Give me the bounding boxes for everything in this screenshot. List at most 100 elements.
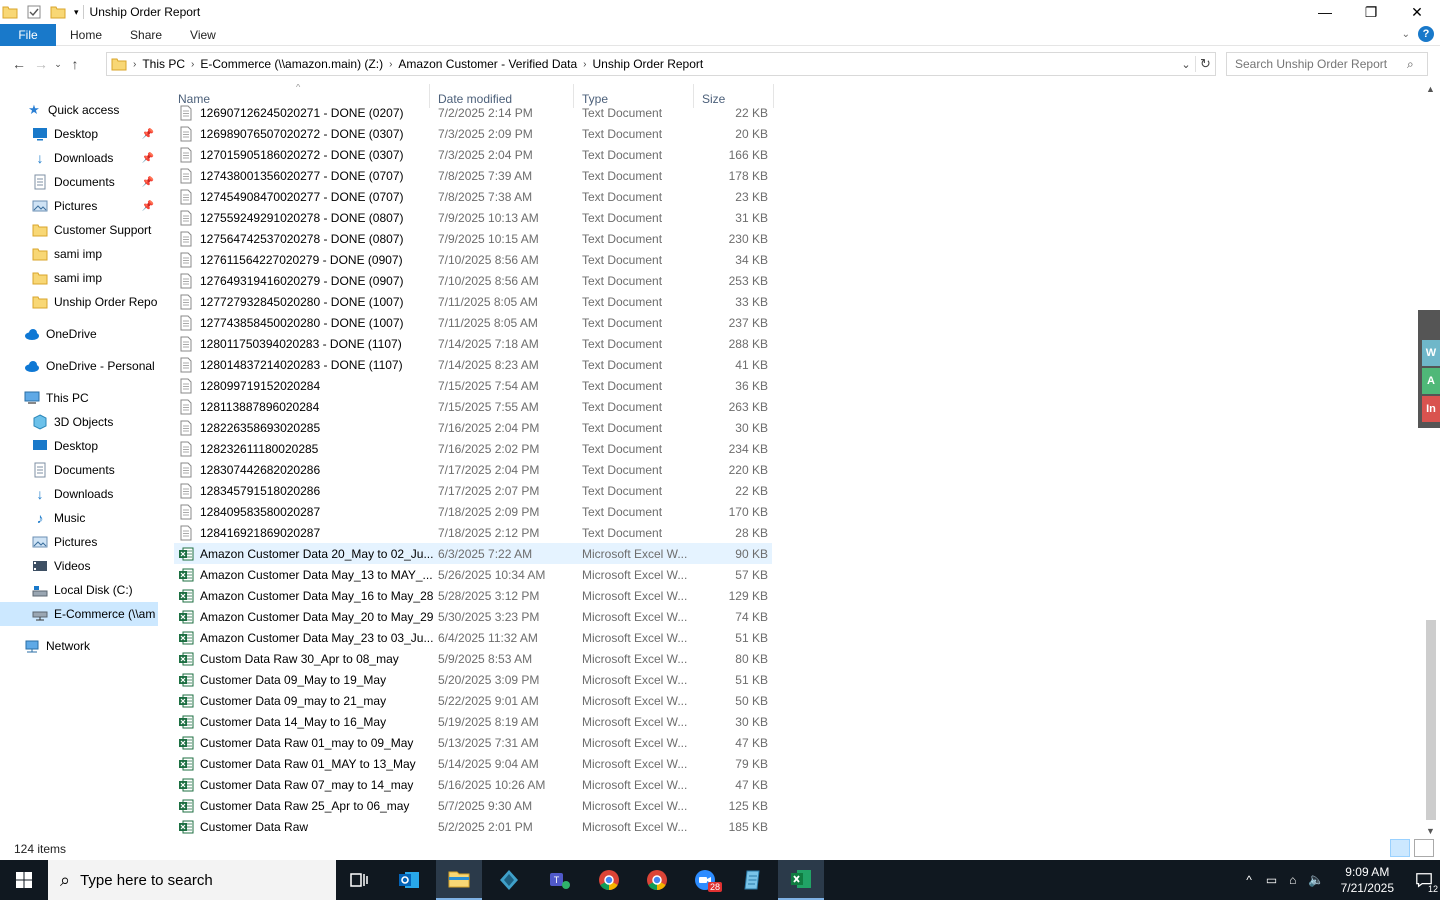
- refresh-icon[interactable]: ↻: [1195, 56, 1215, 72]
- file-row[interactable]: Customer Data Raw 5/2/2025 2:01 PM Microso…: [174, 816, 772, 836]
- file-row[interactable]: 126989076507020272 - DONE (0307) 7/3/2025…: [174, 123, 772, 144]
- nav-documents[interactable]: Documents: [0, 458, 158, 482]
- file-row[interactable]: Customer Data Raw 01_may to 09_May 5/13/2…: [174, 732, 772, 753]
- taskbar-app-diamond[interactable]: [486, 860, 532, 900]
- file-row[interactable]: 127727932845020280 - DONE (1007) 7/11/202…: [174, 291, 772, 312]
- breadcrumb-unship-order-report[interactable]: Unship Order Report: [587, 57, 710, 71]
- taskbar-excel[interactable]: [778, 860, 824, 900]
- side-widget-tab[interactable]: W: [1422, 340, 1440, 366]
- search-input[interactable]: [1235, 57, 1407, 71]
- back-button[interactable]: ←: [8, 53, 30, 75]
- file-row[interactable]: 128226358693020285 7/16/2025 2:04 PM Text …: [174, 417, 772, 438]
- file-row[interactable]: Customer Data Raw 25_Apr to 06_may 5/7/20…: [174, 795, 772, 816]
- nav-onedrive-personal[interactable]: OneDrive - Personal: [0, 354, 158, 378]
- nav-network[interactable]: Network: [0, 634, 158, 658]
- nav-quick-access[interactable]: ★ Quick access: [0, 98, 158, 122]
- file-row[interactable]: Customer Data Raw 01_MAY to 13_May 5/14/2…: [174, 753, 772, 774]
- recent-locations-icon[interactable]: ⌄: [52, 53, 64, 75]
- taskbar-outlook[interactable]: [386, 860, 432, 900]
- side-widget-tab[interactable]: In: [1422, 396, 1440, 422]
- nav-this-pc[interactable]: This PC: [0, 386, 158, 410]
- file-row[interactable]: 126907126245020271 - DONE (0207) 7/2/2025…: [174, 102, 772, 123]
- taskbar-file-explorer[interactable]: [436, 860, 482, 900]
- properties-icon[interactable]: [26, 4, 42, 20]
- nav-onedrive[interactable]: OneDrive: [0, 322, 158, 346]
- nav-pictures[interactable]: Pictures: [0, 530, 158, 554]
- file-row[interactable]: 128232611180020285 7/16/2025 2:02 PM Text …: [174, 438, 772, 459]
- scroll-thumb[interactable]: [1426, 620, 1436, 820]
- file-row[interactable]: 128409583580020287 7/18/2025 2:09 PM Text …: [174, 501, 772, 522]
- vertical-scrollbar[interactable]: ▲ ▼: [1422, 84, 1440, 836]
- scroll-up-icon[interactable]: ▲: [1426, 84, 1435, 94]
- nav-folder-customer-support[interactable]: Customer Support: [0, 218, 158, 242]
- search-box[interactable]: ⌕: [1226, 52, 1428, 76]
- tab-share[interactable]: Share: [116, 24, 176, 46]
- up-button[interactable]: ↑: [64, 53, 86, 75]
- nav-music[interactable]: ♪ Music: [0, 506, 158, 530]
- nav-folder-sami-imp[interactable]: sami imp: [0, 242, 158, 266]
- tab-home[interactable]: Home: [56, 24, 116, 46]
- chevron-up-icon[interactable]: ^: [1246, 873, 1252, 887]
- taskbar-chrome-profile[interactable]: [634, 860, 680, 900]
- file-row[interactable]: 128345791518020286 7/17/2025 2:07 PM Text …: [174, 480, 772, 501]
- file-row[interactable]: 127564742537020278 - DONE (0807) 7/9/2025…: [174, 228, 772, 249]
- file-row[interactable]: 128011750394020283 - DONE (1107) 7/14/202…: [174, 333, 772, 354]
- maximize-button[interactable]: ❐: [1348, 0, 1394, 24]
- start-button[interactable]: [0, 860, 48, 900]
- minimize-button[interactable]: —: [1302, 0, 1348, 24]
- address-dropdown-icon[interactable]: ⌄: [1177, 58, 1195, 71]
- file-row[interactable]: 127743858450020280 - DONE (1007) 7/11/202…: [174, 312, 772, 333]
- file-row[interactable]: Custom Data Raw 30_Apr to 08_may 5/9/2025…: [174, 648, 772, 669]
- file-row[interactable]: Amazon Customer Data May_23 to 03_Ju... 6…: [174, 627, 772, 648]
- file-row[interactable]: 128014837214020283 - DONE (1107) 7/14/202…: [174, 354, 772, 375]
- new-folder-icon[interactable]: [50, 4, 66, 20]
- nav-3d-objects[interactable]: 3D Objects: [0, 410, 158, 434]
- file-row[interactable]: Customer Data 09_May to 19_May 5/20/2025 …: [174, 669, 772, 690]
- file-row[interactable]: 128416921869020287 7/18/2025 2:12 PM Text …: [174, 522, 772, 543]
- breadcrumb-amazon-customer[interactable]: Amazon Customer - Verified Data: [392, 57, 583, 71]
- taskbar-search[interactable]: ⌕ Type here to search: [48, 860, 336, 900]
- scroll-down-icon[interactable]: ▼: [1426, 826, 1435, 836]
- notification-center-button[interactable]: 12: [1408, 860, 1440, 900]
- breadcrumb-this-pc[interactable]: This PC: [136, 57, 191, 71]
- breadcrumb-ecommerce-drive[interactable]: E-Commerce (\\amazon.main) (Z:): [194, 57, 389, 71]
- nav-downloads[interactable]: ↓ Downloads: [0, 482, 158, 506]
- file-row[interactable]: Customer Data Raw 07_may to 14_may 5/16/2…: [174, 774, 772, 795]
- forward-button[interactable]: →: [30, 53, 52, 75]
- taskbar-zoom[interactable]: 28: [682, 860, 728, 900]
- address-bar[interactable]: › This PC › E-Commerce (\\amazon.main) (…: [106, 52, 1216, 76]
- file-row[interactable]: 127559249291020278 - DONE (0807) 7/9/2025…: [174, 207, 772, 228]
- volume-icon[interactable]: 🔈: [1308, 872, 1324, 888]
- tab-view[interactable]: View: [176, 24, 230, 46]
- file-row[interactable]: 127438001356020277 - DONE (0707) 7/8/2025…: [174, 165, 772, 186]
- wifi-icon[interactable]: ⌂: [1289, 873, 1296, 887]
- file-row[interactable]: Amazon Customer Data May_20 to May_29 5/3…: [174, 606, 772, 627]
- file-row[interactable]: 127015905186020272 - DONE (0307) 7/3/2025…: [174, 144, 772, 165]
- nav-documents-pinned[interactable]: Documents 📌: [0, 170, 158, 194]
- tab-file[interactable]: File: [0, 23, 56, 46]
- clock[interactable]: 9:09 AM 7/21/2025: [1341, 864, 1394, 896]
- file-row[interactable]: Customer Data 14_May to 16_May 5/19/2025 …: [174, 711, 772, 732]
- file-row[interactable]: Customer Data 09_may to 21_may 5/22/2025 …: [174, 690, 772, 711]
- large-icons-view-button[interactable]: [1414, 839, 1434, 857]
- details-view-button[interactable]: [1390, 839, 1410, 857]
- help-icon[interactable]: ?: [1418, 26, 1434, 42]
- file-row[interactable]: 128113887896020284 7/15/2025 7:55 AM Text …: [174, 396, 772, 417]
- task-view-button[interactable]: [336, 860, 382, 900]
- nav-desktop-pinned[interactable]: Desktop 📌: [0, 122, 158, 146]
- taskbar-chrome[interactable]: [586, 860, 632, 900]
- file-row[interactable]: 128099719152020284 7/15/2025 7:54 AM Text …: [174, 375, 772, 396]
- nav-downloads-pinned[interactable]: ↓ Downloads 📌: [0, 146, 158, 170]
- side-widget-tab[interactable]: A: [1422, 368, 1440, 394]
- nav-folder-unship-order-report[interactable]: Unship Order Repor: [0, 290, 158, 314]
- close-button[interactable]: ✕: [1394, 0, 1440, 24]
- file-row[interactable]: Amazon Customer Data 20_May to 02_Ju... 6…: [174, 543, 772, 564]
- network-status-icon[interactable]: ▭: [1266, 873, 1277, 887]
- nav-desktop[interactable]: Desktop: [0, 434, 158, 458]
- nav-pictures-pinned[interactable]: Pictures 📌: [0, 194, 158, 218]
- nav-ecommerce-drive[interactable]: E-Commerce (\\am: [0, 602, 158, 626]
- taskbar-teams[interactable]: T: [536, 860, 582, 900]
- file-row[interactable]: Amazon Customer Data May_16 to May_28 5/2…: [174, 585, 772, 606]
- file-row[interactable]: Amazon Customer Data May_13 to MAY_... 5/…: [174, 564, 772, 585]
- file-row[interactable]: 128307442682020286 7/17/2025 2:04 PM Text …: [174, 459, 772, 480]
